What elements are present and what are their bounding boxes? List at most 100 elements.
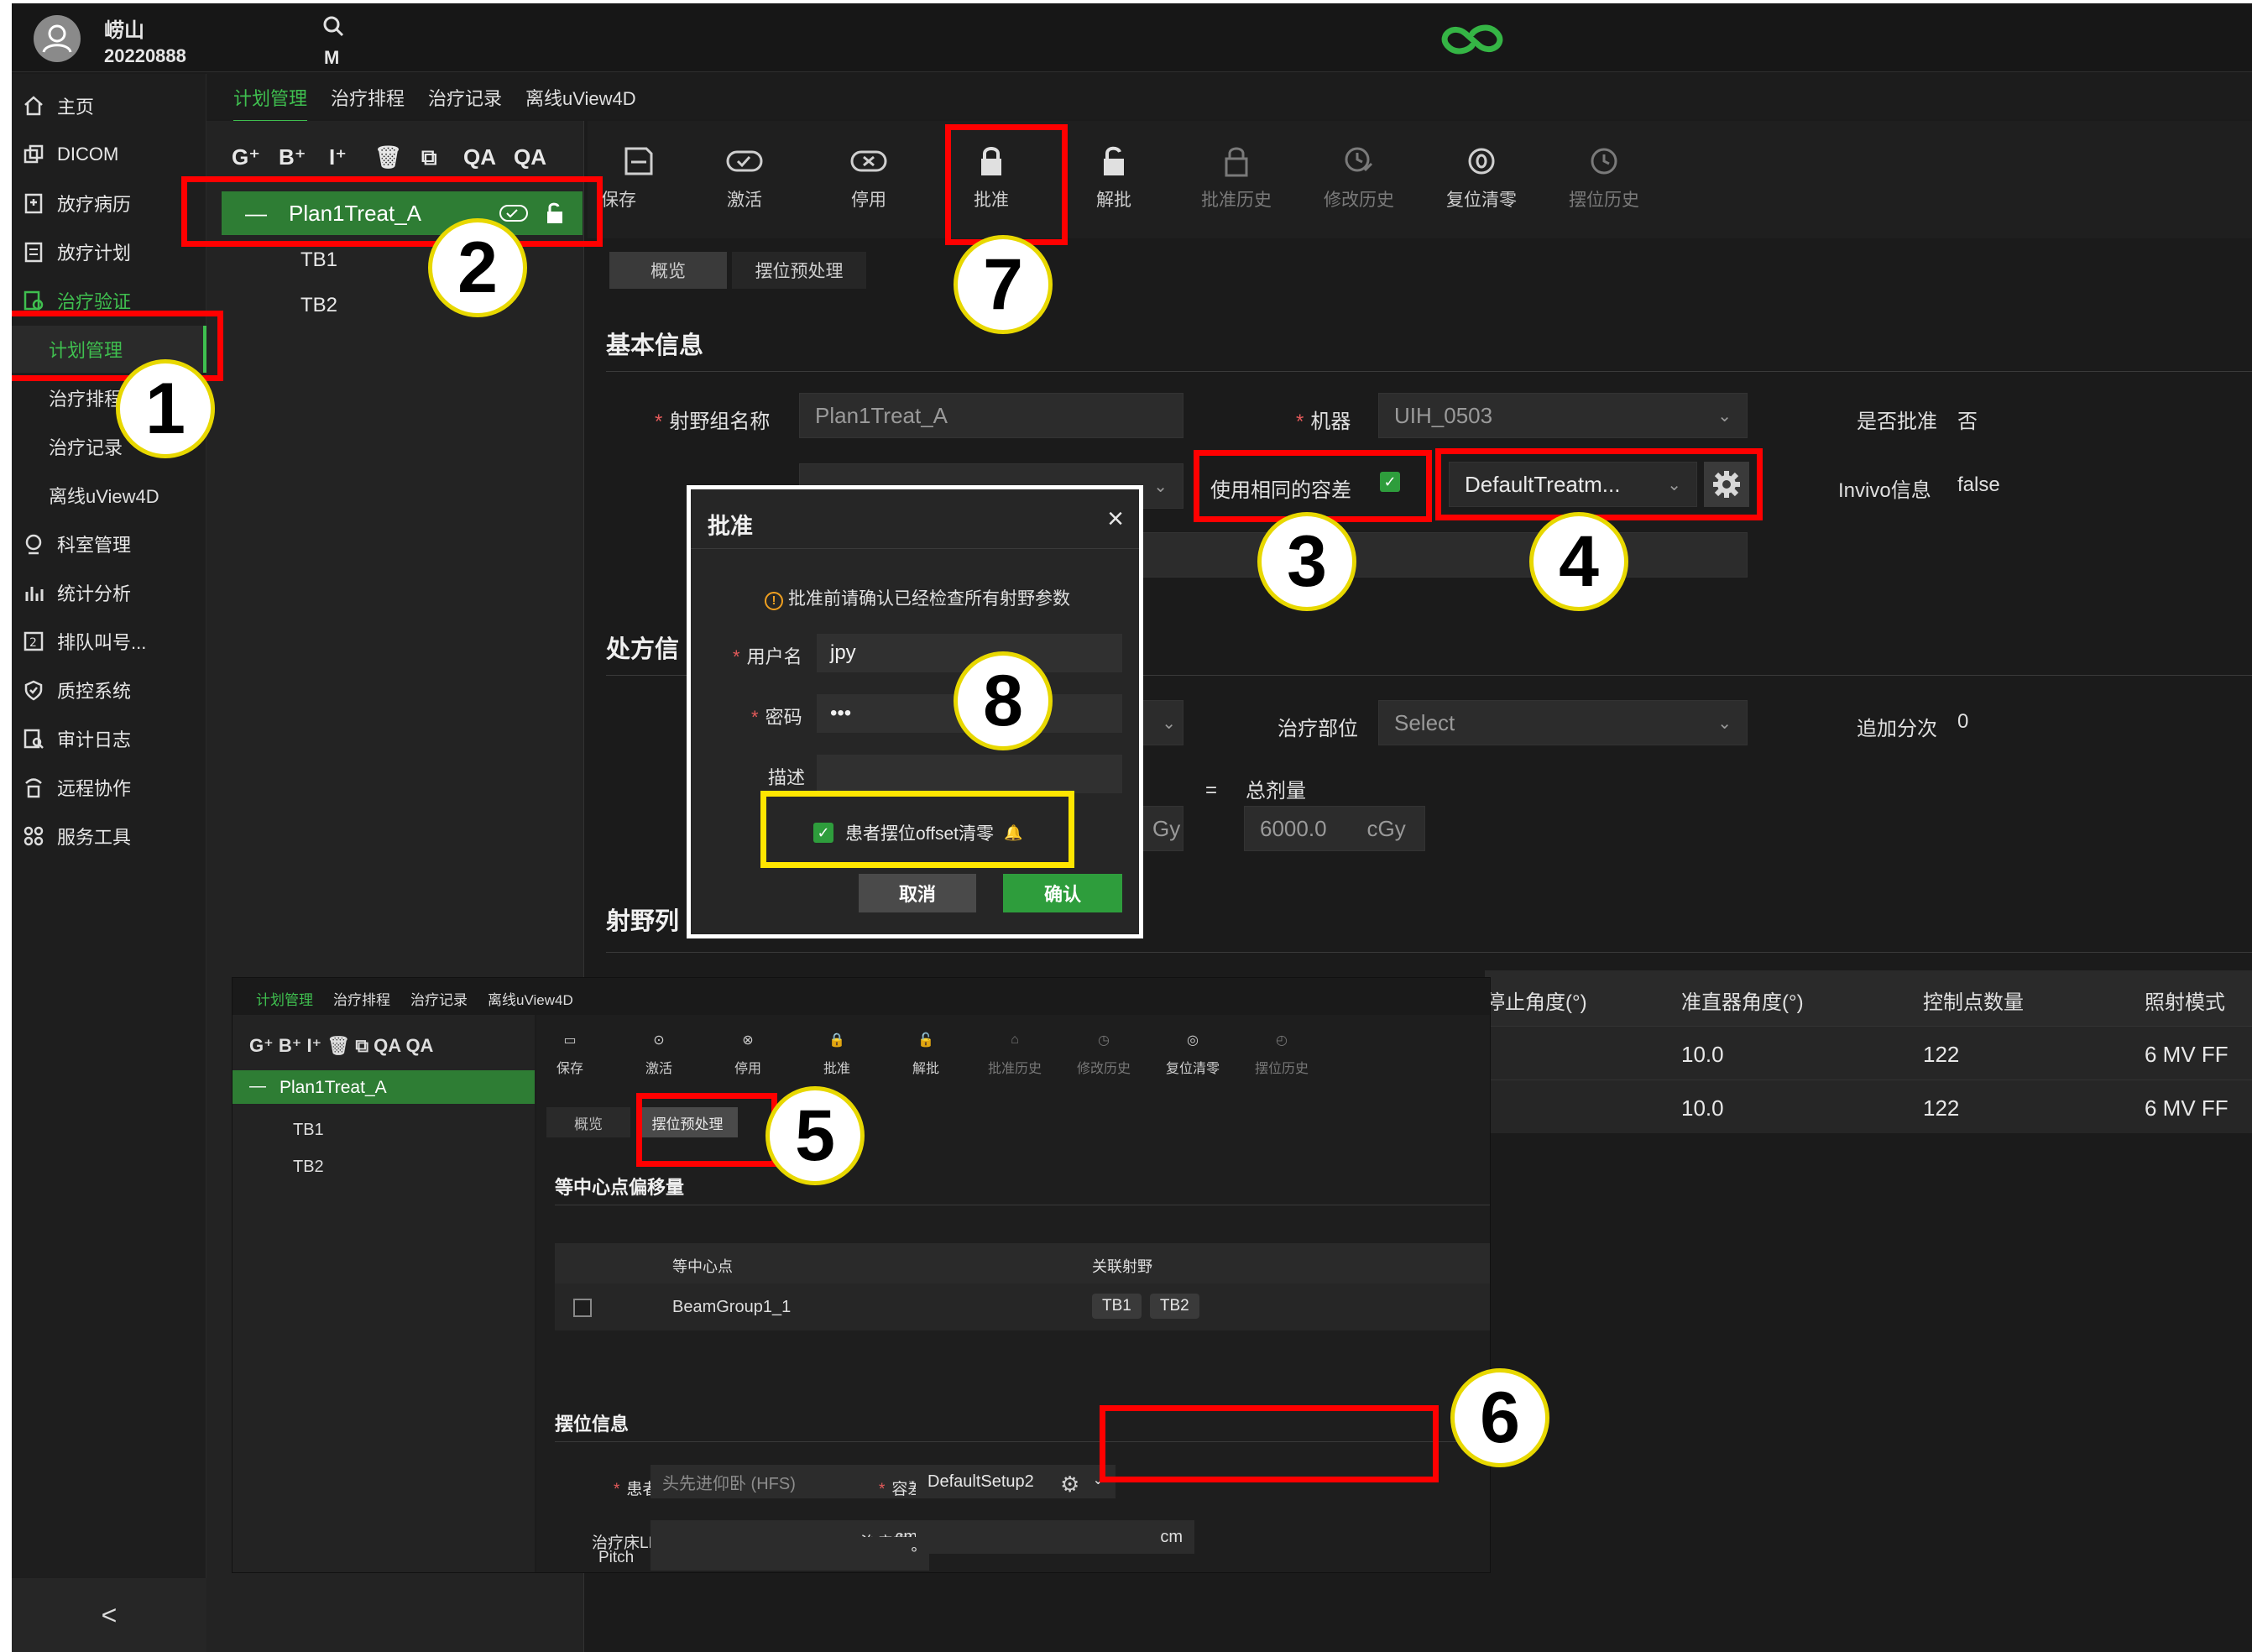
sidebar-item-label: DICOM [57,144,119,165]
confirm-button[interactable]: 确认 [1003,874,1122,912]
total-dose-label: 总剂量 [1246,780,1306,802]
hidden-select-2[interactable]: ⌄ [1136,700,1183,745]
inset-deactivate-button[interactable]: ⊗ 停用 [714,1028,781,1077]
warning-icon: ! [765,592,783,610]
add-group-button[interactable]: G⁺ [232,144,260,170]
unapprove-button[interactable]: 解批 [1068,144,1160,225]
chart-icon [22,581,45,604]
user-avatar[interactable] [34,15,81,62]
sidebar-item-label: 放疗病历 [57,194,132,215]
inset-tab-records[interactable]: 治疗记录 [410,988,468,1009]
inset-tree-node-tb1[interactable]: TB1 [293,1121,324,1140]
beam-table-header: 停止角度(°) 准直器角度(°) 控制点数量 照射模式 [1485,970,2252,1026]
plan-icon [22,240,45,264]
dose-per-fraction-input[interactable]: Gy [1136,806,1183,851]
pitch-input[interactable]: ° [651,1537,929,1571]
sidebar-item-remote[interactable]: 远程协作 [12,764,206,811]
table-row[interactable]: 10.0 122 6 MV FF [1485,1026,2252,1080]
modify-history-button[interactable]: 修改历史 [1313,144,1405,225]
inset-subtab-overview[interactable]: 概览 [546,1107,630,1137]
add-beam-button[interactable]: B⁺ [279,144,306,170]
inset-reset-zero-button[interactable]: ◎ 复位清零 [1159,1028,1226,1077]
inset-approval-history-button[interactable]: ⌂ 批准历史 [981,1028,1048,1077]
delete-icon[interactable]: 🗑 [374,144,402,170]
tree-node-tb1[interactable]: TB1 [300,248,337,272]
treatment-site-select[interactable]: Select ⌄ [1378,700,1748,745]
inset-tree-tools[interactable]: G⁺ B⁺ I⁺ 🗑 ⧉ QA QA [249,1035,433,1057]
couch-vrt-input[interactable]: cm [916,1520,1194,1554]
search-icon[interactable] [322,15,344,41]
approved-label: 是否批准 [1857,410,1937,433]
qa-button[interactable]: QA [463,144,496,170]
subtab-setup-preprocess[interactable]: 摆位预处理 [732,252,866,289]
dialog-divider [691,548,1139,549]
sidebar-item-tools[interactable]: 服务工具 [12,813,206,860]
dicom-icon [22,143,45,166]
sidebar-item-label: 主页 [57,97,95,118]
approval-history-button[interactable]: 批准历史 [1190,144,1283,225]
queue-icon: 2 [22,630,45,653]
inset-tab-uview4d[interactable]: 离线uView4D [488,988,573,1009]
sidebar-item-label: 统计分析 [57,583,132,604]
setup-tolerance-select[interactable]: DefaultSetup2 ⌄ [916,1465,1116,1498]
add-fraction-value: 0 [1957,710,1969,733]
main-tabs: 计划管理 治疗排程 治疗记录 离线uView4D [206,72,2252,123]
description-input[interactable] [1136,532,1748,578]
total-dose-input[interactable]: 6000.0 cGy [1244,806,1425,851]
clock-icon: ◴ [1276,1033,1288,1048]
tab-uview4d[interactable]: 离线uView4D [525,84,636,111]
machine-select[interactable]: UIH_0503 ⌄ [1378,393,1748,438]
sidebar-item-audit[interactable]: 审计日志 [12,715,206,762]
inset-tree-node-plan[interactable]: — Plan1Treat_A [233,1070,535,1104]
sidebar-item-plan[interactable]: 放疗计划 [12,228,206,275]
inset-tab-schedule[interactable]: 治疗排程 [333,988,390,1009]
sidebar-item-record[interactable]: 放疗病历 [12,180,206,227]
inset-setup-preprocess-view: 计划管理 治疗排程 治疗记录 离线uView4D G⁺ B⁺ I⁺ 🗑 ⧉ QA… [232,977,1491,1573]
sidebar-subitem-uview4d[interactable]: 离线uView4D [12,472,206,519]
add-image-button[interactable]: I⁺ [329,144,347,170]
inset-activate-button[interactable]: ⊙ 激活 [625,1028,692,1077]
sidebar-item-home[interactable]: 主页 [12,82,206,129]
subtab-overview[interactable]: 概览 [609,252,727,289]
inset-save-button[interactable]: ▭ 保存 [536,1028,603,1077]
beam-group-name-input[interactable]: Plan1Treat_A [799,393,1183,438]
inset-approve-button[interactable]: 🔒 批准 [803,1028,870,1077]
dialog-title: 批准 [708,514,753,539]
activate-button[interactable]: 激活 [698,144,791,225]
inset-tab-plan-management[interactable]: 计划管理 [256,988,313,1009]
inset-modify-history-button[interactable]: ◷ 修改历史 [1070,1028,1137,1077]
treatment-site-label: 治疗部位 [1278,718,1358,740]
inset-setup-history-button[interactable]: ◴ 摆位历史 [1248,1028,1315,1077]
table-row[interactable]: BeamGroup1_1 TB1 TB2 [555,1283,1490,1330]
close-icon[interactable]: × [1107,503,1124,536]
cancel-button[interactable]: 取消 [859,874,976,912]
save-button[interactable]: 保存 [593,144,685,225]
user-name: 崂山 [104,19,144,42]
annotation-box-7 [945,124,1068,245]
tab-records[interactable]: 治疗记录 [428,84,502,111]
iso-name: BeamGroup1_1 [672,1298,792,1316]
reset-zero-button[interactable]: 复位清零 [1435,144,1528,225]
table-row[interactable]: 10.0 122 6 MV FF [1485,1080,2252,1133]
qa-plan-button[interactable]: QA [514,144,546,170]
tree-node-tb2[interactable]: TB2 [300,294,337,317]
row-checkbox[interactable] [573,1299,592,1317]
inset-tree-node-tb2[interactable]: TB2 [293,1158,324,1177]
deactivate-button[interactable]: 停用 [823,144,915,225]
sidebar-item-queue[interactable]: 2 排队叫号... [12,618,206,665]
sidebar-item-qc[interactable]: 质控系统 [12,667,206,714]
inset-unapprove-button[interactable]: 🔓 解批 [892,1028,959,1077]
setup-history-button[interactable]: 摆位历史 [1558,144,1650,225]
tab-plan-management[interactable]: 计划管理 [233,84,308,123]
activate-icon: ⊙ [653,1033,665,1048]
copy-icon[interactable]: ⧉ [421,144,437,171]
description-input[interactable] [817,755,1122,793]
inset-tree-panel: G⁺ B⁺ I⁺ 🗑 ⧉ QA QA — Plan1Treat_A TB1 TB… [233,1015,535,1572]
record-icon [22,191,45,215]
sidebar-item-dicom[interactable]: DICOM [12,131,206,178]
sidebar-collapse-button[interactable]: < [12,1578,206,1652]
tab-schedule[interactable]: 治疗排程 [331,84,405,111]
gear-icon[interactable]: ⚙ [1060,1472,1079,1498]
sidebar-item-statistics[interactable]: 统计分析 [12,569,206,616]
sidebar-item-department[interactable]: 科室管理 [12,520,206,567]
